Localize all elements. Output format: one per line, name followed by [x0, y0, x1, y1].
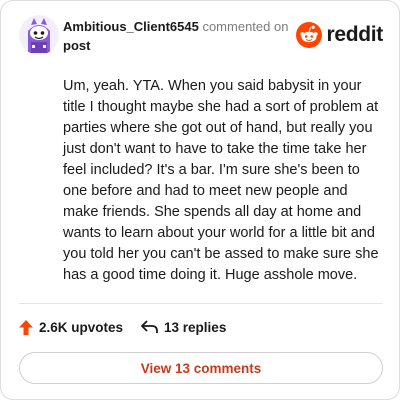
- user-avatar[interactable]: [19, 15, 59, 55]
- reply-arrow-icon: [141, 320, 158, 333]
- upvote-count: 2.6K upvotes: [39, 319, 124, 335]
- reddit-snoo-icon: [296, 22, 323, 48]
- comment-actions: 2.6K upvotes 13 replies: [19, 317, 226, 337]
- reddit-wordmark: reddit: [326, 23, 383, 46]
- upvote-arrow-icon: [19, 319, 33, 335]
- username[interactable]: Ambitious_Client6545: [63, 19, 199, 34]
- upvote-action[interactable]: 2.6K upvotes: [19, 319, 124, 335]
- comment-meta: Ambitious_Client6545 commented on post: [63, 17, 303, 55]
- snoo-avatar-icon: [19, 15, 59, 55]
- reddit-logo[interactable]: reddit: [296, 21, 383, 49]
- view-comments-button[interactable]: View 13 comments: [19, 352, 383, 384]
- commented-on-label: commented on: [202, 19, 289, 34]
- reply-action[interactable]: 13 replies: [141, 320, 226, 335]
- comment-card: Ambitious_Client6545 commented on post r…: [0, 0, 400, 400]
- post-link[interactable]: post: [63, 36, 303, 55]
- comment-body: Um, yeah. YTA. When you said babysit in …: [63, 78, 379, 283]
- reply-count: 13 replies: [164, 319, 227, 335]
- divider: [19, 303, 383, 304]
- comment-header: Ambitious_Client6545 commented on post r…: [19, 15, 383, 59]
